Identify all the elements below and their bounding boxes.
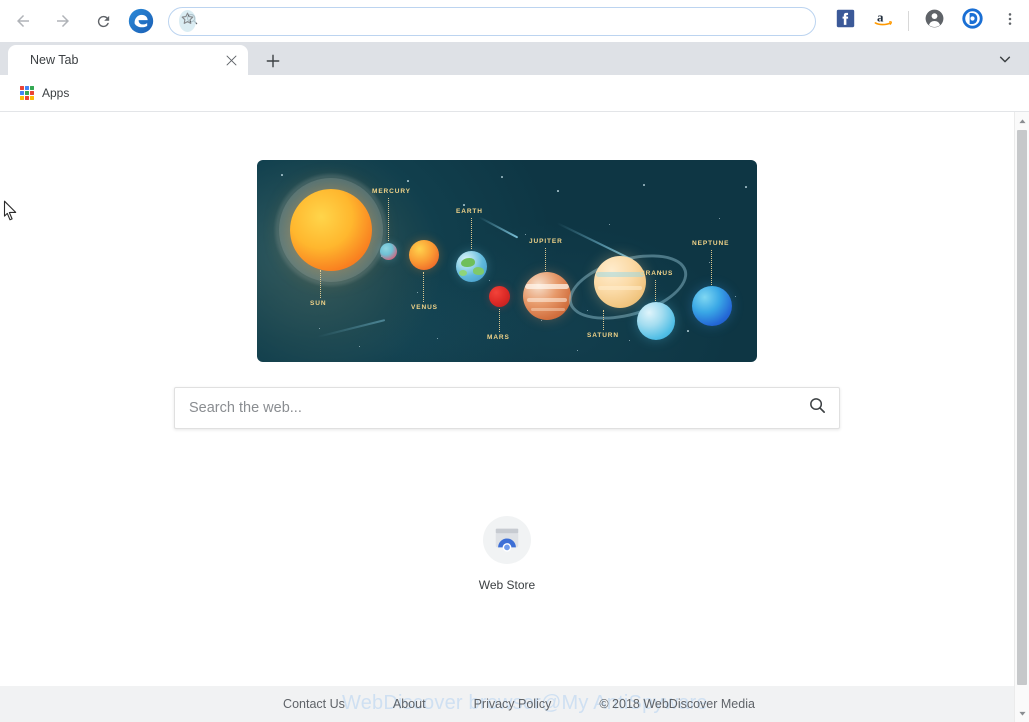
page-footer: WebDiscover browser@My AntiSpyware Conta… — [0, 686, 1014, 722]
bookmark-apps[interactable]: Apps — [14, 83, 75, 103]
chevron-down-icon — [998, 52, 1012, 71]
tab-strip: New Tab — [0, 42, 1029, 75]
reload-icon — [95, 13, 112, 30]
label-saturn: SATURN — [587, 332, 619, 339]
bookmarks-bar: Apps — [0, 75, 1029, 112]
label-mercury: MERCURY — [372, 188, 411, 195]
leader-earth — [471, 218, 472, 249]
webdiscover-icon — [961, 7, 984, 35]
plus-icon — [266, 54, 280, 73]
label-uranus: URANUS — [640, 270, 674, 277]
edge-logo-icon[interactable] — [126, 6, 156, 36]
reload-button[interactable] — [86, 4, 120, 38]
profile-button[interactable] — [920, 7, 948, 35]
leader-uranus — [655, 280, 656, 301]
shortcut-tile[interactable] — [483, 516, 531, 564]
shortcut-web-store[interactable]: Web Store — [455, 516, 559, 592]
back-button[interactable] — [6, 4, 40, 38]
footer-link-contact-us[interactable]: Contact Us — [283, 697, 345, 711]
label-earth: EARTH — [456, 208, 483, 215]
browser-menu-button[interactable] — [996, 7, 1024, 35]
label-venus: VENUS — [411, 304, 438, 311]
page-viewport: SUN MERCURY VENUS EARTH MARS JUPITER SAT… — [0, 112, 1029, 722]
leader-mercury — [388, 198, 389, 241]
planet-saturn — [594, 256, 646, 308]
new-tab-button[interactable] — [260, 50, 286, 76]
footer-link-privacy-policy[interactable]: Privacy Policy — [474, 697, 552, 711]
forward-button[interactable] — [46, 4, 80, 38]
scrollbar-thumb[interactable] — [1017, 130, 1027, 685]
arrow-left-icon — [14, 12, 32, 30]
facebook-icon — [836, 9, 855, 33]
label-mars: MARS — [487, 334, 510, 341]
footer-link-about[interactable]: About — [393, 697, 426, 711]
webdiscover-extension-button[interactable] — [958, 7, 986, 35]
arrow-right-icon — [54, 12, 72, 30]
amazon-icon: a — [873, 8, 894, 34]
browser-window: a New Tab Apps SUN MERCURY VENUS EARTH M… — [0, 0, 1029, 722]
label-jupiter: JUPITER — [529, 238, 563, 245]
tab-search-button[interactable] — [991, 49, 1019, 73]
apps-grid-icon — [20, 86, 34, 100]
shortcut-label: Web Store — [478, 578, 536, 592]
three-dot-menu-icon — [1002, 11, 1018, 32]
footer-links: Contact Us About Privacy Policy © 2018 W… — [0, 686, 1014, 722]
tab-new-tab[interactable]: New Tab — [8, 45, 248, 75]
planet-mars — [489, 286, 510, 307]
caret-down-icon[interactable] — [1015, 706, 1029, 720]
search-icon — [808, 396, 827, 420]
leader-neptune — [711, 250, 712, 285]
address-bar[interactable] — [168, 6, 816, 36]
search-input[interactable] — [175, 400, 795, 416]
web-search-box[interactable] — [174, 387, 840, 429]
bookmark-label: Apps — [42, 86, 70, 100]
tab-title: New Tab — [30, 53, 79, 67]
star-icon[interactable] — [179, 10, 196, 32]
leader-venus — [423, 272, 424, 302]
new-tab-page: SUN MERCURY VENUS EARTH MARS JUPITER SAT… — [0, 112, 1014, 722]
web-store-icon — [492, 523, 522, 558]
planet-earth — [456, 251, 487, 282]
search-submit-button[interactable] — [795, 388, 839, 428]
vertical-scrollbar[interactable] — [1014, 112, 1029, 722]
solar-system-banner: SUN MERCURY VENUS EARTH MARS JUPITER SAT… — [257, 160, 757, 362]
label-sun: SUN — [310, 300, 327, 307]
leader-sun — [320, 270, 321, 298]
planet-mercury — [380, 243, 397, 260]
close-icon[interactable] — [222, 51, 240, 69]
planet-uranus — [637, 302, 675, 340]
leader-saturn — [603, 310, 604, 330]
address-input[interactable] — [209, 12, 805, 30]
planet-jupiter — [523, 272, 571, 320]
toolbar-separator — [908, 11, 909, 31]
planet-sun-core — [290, 189, 372, 271]
facebook-extension-button[interactable] — [831, 7, 859, 35]
caret-up-icon[interactable] — [1015, 114, 1029, 128]
browser-toolbar: a — [0, 0, 1029, 42]
leader-mars — [499, 309, 500, 332]
svg-text:a: a — [877, 10, 884, 25]
profile-avatar-icon — [924, 8, 945, 34]
planet-venus — [409, 240, 439, 270]
label-neptune: NEPTUNE — [692, 240, 730, 247]
amazon-extension-button[interactable]: a — [869, 7, 897, 35]
planet-neptune — [692, 286, 732, 326]
leader-jupiter — [545, 248, 546, 271]
footer-copyright: © 2018 WebDiscover Media — [599, 697, 755, 711]
